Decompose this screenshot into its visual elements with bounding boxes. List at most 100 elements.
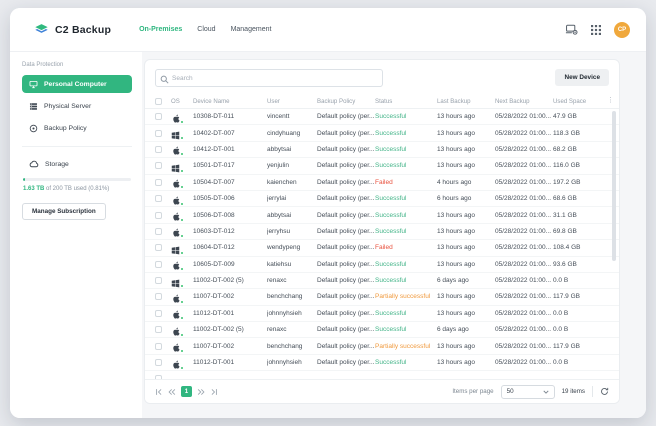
table-row[interactable]: 10505-DT-006 jerrylai Default policy (pe… xyxy=(145,191,619,208)
online-status-dot xyxy=(180,201,184,206)
status-cell: Failed xyxy=(375,244,393,252)
sidebar-item-physical-server[interactable]: Physical Server xyxy=(22,97,132,115)
column-header-device-name[interactable]: Device Name xyxy=(193,98,267,105)
table-row[interactable]: 11012-DT-001 johnnyhsieh Default policy … xyxy=(145,306,619,323)
table-row[interactable]: 10605-DT-009 katiehsu Default policy (pe… xyxy=(145,257,619,273)
table-row[interactable]: 10308-DT-011 vincentt Default policy (pe… xyxy=(145,109,619,126)
row-checkbox[interactable] xyxy=(155,178,162,186)
column-header-os[interactable]: OS xyxy=(171,98,193,105)
column-settings-icon[interactable]: ⋮ xyxy=(607,97,614,104)
row-checkbox[interactable] xyxy=(155,162,162,170)
last-backup-cell: 13 hours ago xyxy=(437,244,475,252)
nav-tab-on-premises[interactable]: On-Premises xyxy=(139,26,182,33)
last-backup-cell: 13 hours ago xyxy=(437,129,475,137)
os-cell xyxy=(171,324,184,337)
column-header-backup-policy[interactable]: Backup Policy xyxy=(317,98,375,105)
table-row[interactable]: 11012-DT-001 johnnyhsieh Default policy … xyxy=(145,355,619,372)
user-cell: vincentt xyxy=(267,113,290,121)
table-row[interactable]: 11002-DT-002 (5) renaxc Default policy (… xyxy=(145,273,619,290)
new-device-button[interactable]: New Device xyxy=(555,68,609,86)
user-cell: jerrylai xyxy=(267,195,287,203)
user-cell: johnnyhsieh xyxy=(267,359,302,367)
row-checkbox[interactable] xyxy=(155,309,162,317)
table-row[interactable]: 10501-DT-017 yenjulin Default policy (pe… xyxy=(145,158,619,175)
sidebar-item-label: Backup Policy xyxy=(44,124,87,132)
previous-page-icon[interactable] xyxy=(168,388,176,396)
row-checkbox[interactable] xyxy=(155,342,162,350)
nav-tab-management[interactable]: Management xyxy=(231,26,272,33)
column-header-last-backup[interactable]: Last Backup xyxy=(437,98,495,105)
search-input[interactable] xyxy=(155,69,383,88)
top-bar: C2 Backup On-Premises Cloud Management C… xyxy=(10,8,646,52)
column-header-next-backup[interactable]: Next Backup xyxy=(495,98,553,105)
os-cell xyxy=(171,143,184,157)
table-row[interactable]: 10504-DT-007 kaienchen Default policy (p… xyxy=(145,175,619,191)
os-cell xyxy=(171,340,184,354)
used-space-cell: 0.0 B xyxy=(553,309,569,317)
current-page-button[interactable]: 1 xyxy=(181,386,192,397)
windows-os-icon xyxy=(171,279,180,287)
table-row[interactable]: 11007-DT-002 benchchang Default policy (… xyxy=(145,338,619,355)
nav-tab-cloud[interactable]: Cloud xyxy=(197,26,215,33)
items-count: 19 items xyxy=(561,388,585,395)
table-row[interactable]: 10604-DT-012 wendypeng Default policy (p… xyxy=(145,240,619,257)
brand[interactable]: C2 Backup xyxy=(34,23,111,36)
table-row[interactable]: 10603-DT-012 jerryhsu Default policy (pe… xyxy=(145,224,619,241)
row-checkbox[interactable] xyxy=(155,244,162,252)
column-header-user[interactable]: User xyxy=(267,98,317,105)
row-checkbox[interactable] xyxy=(155,195,162,203)
row-checkbox[interactable] xyxy=(155,293,162,301)
next-page-icon[interactable] xyxy=(197,388,205,396)
row-checkbox[interactable] xyxy=(155,227,162,235)
column-header-status[interactable]: Status xyxy=(375,98,437,105)
manage-subscription-button[interactable]: Manage Subscription xyxy=(22,203,106,220)
user-cell: abbytsai xyxy=(267,211,292,219)
table-row[interactable]: 10506-DT-008 abbytsai Default policy (pe… xyxy=(145,207,619,224)
chevron-down-icon xyxy=(543,390,549,394)
online-status-dot xyxy=(180,250,184,255)
row-checkbox[interactable] xyxy=(155,145,162,153)
used-space-cell: 31.1 GB xyxy=(553,211,577,219)
row-checkbox[interactable] xyxy=(155,129,162,137)
device-name-cell: 10603-DT-012 xyxy=(193,227,235,235)
device-settings-icon[interactable] xyxy=(565,24,578,35)
items-per-page-select[interactable]: 50 xyxy=(500,384,555,399)
refresh-icon[interactable] xyxy=(600,387,609,396)
first-page-icon[interactable] xyxy=(155,388,163,396)
apps-grid-icon[interactable] xyxy=(591,24,601,35)
table-row[interactable]: 10402-DT-007 cindyhuang Default policy (… xyxy=(145,125,619,142)
online-status-dot xyxy=(180,234,184,239)
status-cell: Successful xyxy=(375,326,407,334)
used-space-cell: 0.0 B xyxy=(553,277,569,285)
sidebar-item-storage[interactable]: Storage xyxy=(22,156,132,172)
user-avatar[interactable]: CP xyxy=(614,21,630,38)
os-cell xyxy=(171,242,184,255)
row-checkbox[interactable] xyxy=(155,277,162,285)
select-all-checkbox[interactable] xyxy=(155,97,162,105)
column-header-used-space[interactable]: Used Space xyxy=(553,98,603,105)
table-row[interactable]: 11007-DT-002 benchchang Default policy (… xyxy=(145,289,619,306)
device-name-cell: 10501-DT-017 xyxy=(193,162,235,170)
sidebar-item-personal-computer[interactable]: Personal Computer xyxy=(22,75,132,93)
row-checkbox[interactable] xyxy=(155,260,162,268)
status-cell: Successful xyxy=(375,277,407,285)
os-cell xyxy=(171,291,184,304)
sidebar-item-backup-policy[interactable]: Backup Policy xyxy=(22,119,132,137)
backup-policy-cell: Default policy (per... xyxy=(317,195,375,203)
sidebar-item-label: Personal Computer xyxy=(44,80,107,88)
table-row[interactable]: 11002-DT-002 (5) renaxc Default policy (… xyxy=(145,322,619,339)
status-cell: Successful xyxy=(375,260,407,268)
device-name-cell: 11002-DT-002 (5) xyxy=(193,326,244,334)
table-row[interactable]: 10412-DT-001 abbytsai Default policy (pe… xyxy=(145,142,619,159)
last-page-icon[interactable] xyxy=(210,388,218,396)
row-checkbox[interactable] xyxy=(155,113,162,121)
last-backup-cell: 13 hours ago xyxy=(437,113,475,121)
section-label-data-protection: Data Protection xyxy=(22,62,64,68)
row-checkbox[interactable] xyxy=(155,359,162,367)
brand-title: C2 Backup xyxy=(55,23,112,36)
row-checkbox[interactable] xyxy=(155,211,162,219)
table-row[interactable] xyxy=(145,371,619,379)
windows-os-icon xyxy=(171,164,180,173)
row-checkbox[interactable] xyxy=(155,326,162,334)
vertical-scrollbar[interactable] xyxy=(612,111,616,261)
